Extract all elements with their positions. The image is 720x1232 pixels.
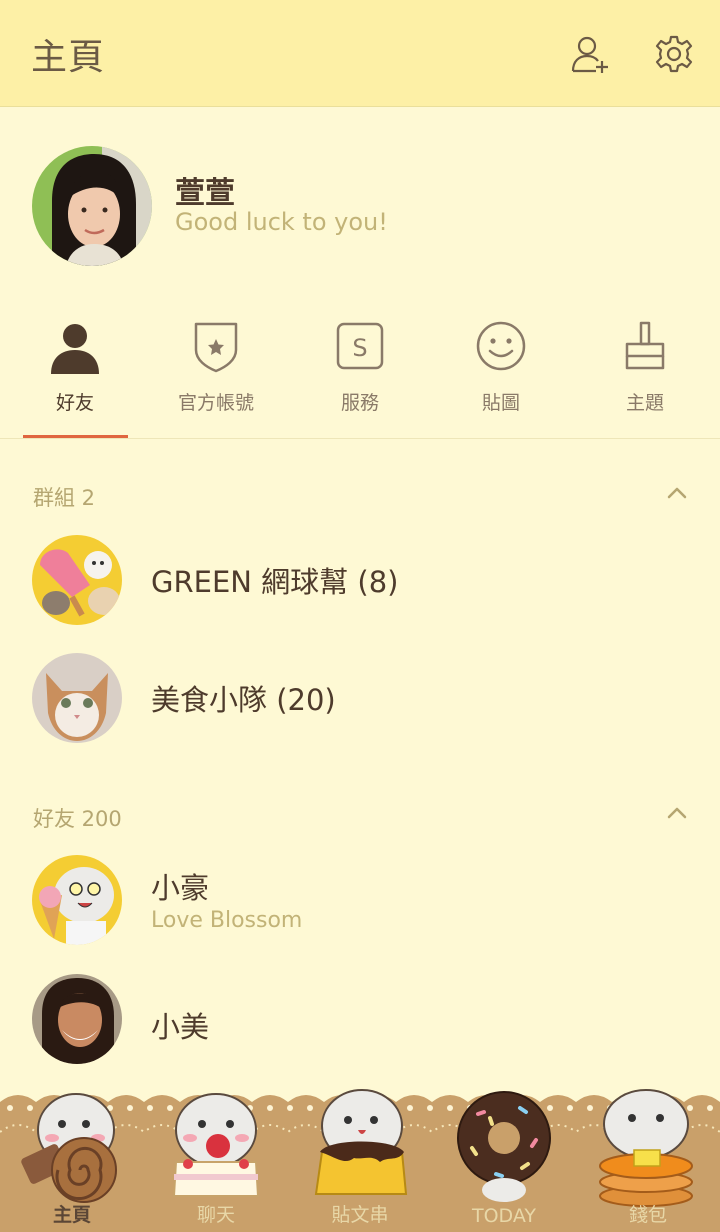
profile-photo [32, 146, 152, 266]
today-sticker-icon [457, 1091, 551, 1202]
friend-avatar [32, 855, 122, 945]
group-avatar [32, 535, 122, 625]
nav-timeline[interactable]: 貼文串 [288, 1088, 432, 1232]
list-item[interactable]: GREEN 網球幫 (8) [0, 535, 720, 647]
add-person-icon[interactable] [570, 34, 610, 74]
service-s-icon: S [336, 322, 384, 370]
profile-avatar[interactable] [32, 146, 152, 266]
tab-label: 貼圖 [481, 392, 520, 414]
tab-label: 主題 [625, 392, 664, 414]
chat-sticker-icon [172, 1093, 260, 1197]
chevron-up-icon[interactable] [666, 486, 688, 500]
nav-today[interactable]: TODAY [432, 1088, 576, 1232]
tab-label: 好友 [55, 392, 94, 414]
friend-name: 小豪 [151, 871, 210, 905]
friends-section-title[interactable]: 好友 200 [33, 803, 122, 833]
nav-home[interactable]: 主頁 [0, 1088, 144, 1232]
list-item[interactable]: 美食小隊 (20) [0, 653, 720, 765]
tab-services[interactable]: S 服務 [295, 318, 425, 438]
wallet-sticker-icon [599, 1089, 693, 1207]
friend-status: Love Blossom [151, 908, 303, 933]
nav-chat[interactable]: 聊天 [144, 1088, 288, 1232]
gear-icon[interactable] [654, 34, 694, 74]
chevron-up-icon[interactable] [666, 806, 688, 820]
friend-avatar [32, 974, 122, 1064]
tab-label: 官方帳號 [177, 392, 254, 414]
tab-themes[interactable]: 主題 [580, 318, 710, 438]
nav-label: 聊天 [196, 1204, 235, 1226]
friend-name: 小美 [151, 1010, 210, 1044]
home-sticker-icon [21, 1093, 117, 1203]
profile-name[interactable]: 萱萱 [175, 168, 235, 212]
nav-label: 主頁 [52, 1204, 91, 1226]
nav-label: 貼文串 [331, 1204, 389, 1226]
nav-label: TODAY [472, 1205, 536, 1227]
tabs-divider [0, 438, 720, 439]
list-item[interactable]: 小豪 Love Blossom [0, 855, 720, 967]
group-name: GREEN 網球幫 (8) [151, 565, 399, 599]
paint-brush-icon [625, 321, 665, 370]
person-icon [51, 324, 99, 374]
nav-label: 錢包 [628, 1204, 667, 1226]
active-tab-indicator [23, 435, 128, 438]
tab-official-accounts[interactable]: 官方帳號 [151, 318, 281, 438]
shield-star-icon [194, 322, 238, 373]
group-name: 美食小隊 (20) [151, 683, 336, 717]
group-avatar [32, 653, 122, 743]
app-header: 主頁 [0, 0, 720, 107]
profile-status-message[interactable]: Good luck to you! [175, 208, 388, 236]
smiley-icon [476, 321, 526, 371]
tab-friends[interactable]: 好友 [10, 318, 140, 438]
page-title: 主頁 [31, 37, 106, 78]
list-item[interactable]: 小美 [0, 974, 720, 1086]
tab-label: 服務 [340, 392, 379, 414]
timeline-sticker-icon [314, 1089, 408, 1195]
bottom-navigation: 主頁 聊天 貼文串 TODAY 錢包 [0, 1088, 720, 1232]
tab-stickers[interactable]: 貼圖 [436, 318, 566, 438]
nav-wallet[interactable]: 錢包 [576, 1088, 720, 1232]
groups-section-title[interactable]: 群組 2 [33, 482, 95, 512]
svg-text:S: S [352, 334, 367, 362]
